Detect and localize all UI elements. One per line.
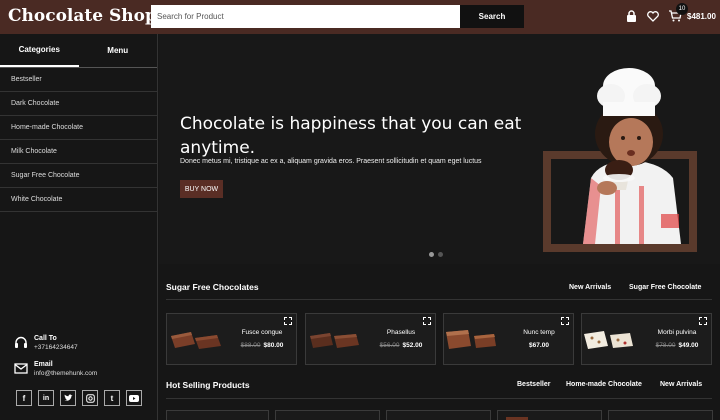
- mail-icon: [12, 360, 29, 377]
- expand-icon[interactable]: [561, 317, 569, 325]
- old-price: $78.00: [655, 342, 676, 349]
- product-name[interactable]: Nunc temp: [506, 329, 572, 336]
- current-price: $49.00: [678, 342, 699, 349]
- hero-title: Chocolate is happiness that you can eat …: [180, 114, 522, 158]
- hero-banner: Chocolate is happiness that you can eat …: [159, 34, 720, 264]
- current-price: $67.00: [529, 342, 549, 349]
- product-image: [446, 330, 496, 349]
- social-links: f in t: [16, 390, 142, 406]
- section-divider: [166, 299, 712, 300]
- product-name[interactable]: Morbi pulvina: [644, 329, 710, 336]
- category-home-made-chocolate[interactable]: Home-made Chocolate: [0, 116, 157, 140]
- product-card[interactable]: [608, 410, 713, 420]
- tab-sugar-free-chocolate[interactable]: Sugar Free Chocolate: [629, 284, 701, 291]
- category-bestseller[interactable]: Bestseller: [0, 68, 157, 92]
- product-price: $67.00: [506, 342, 572, 349]
- instagram-icon[interactable]: [82, 390, 98, 406]
- product-card[interactable]: Phasellus $56.00 $52.00: [305, 313, 436, 365]
- email-address[interactable]: info@themehunk.com: [34, 369, 97, 378]
- search-bar: Search: [151, 5, 524, 28]
- product-card[interactable]: [386, 410, 491, 420]
- product-name[interactable]: Phasellus: [368, 329, 434, 336]
- slider-dot[interactable]: [438, 252, 443, 257]
- call-number[interactable]: +37164234647: [34, 343, 78, 352]
- site-logo[interactable]: Chocolate Shop: [8, 6, 157, 26]
- product-card[interactable]: Nunc temp $67.00: [443, 313, 574, 365]
- tab-categories[interactable]: Categories: [0, 34, 79, 67]
- old-price: $56.00: [379, 342, 400, 349]
- section-title-sugar-free: Sugar Free Chocolates: [166, 282, 259, 292]
- category-sugar-free-chocolate[interactable]: Sugar Free Chocolate: [0, 164, 157, 188]
- expand-icon[interactable]: [699, 317, 707, 325]
- facebook-icon[interactable]: f: [16, 390, 32, 406]
- product-card[interactable]: [275, 410, 380, 420]
- product-name[interactable]: Fusce congue: [229, 329, 295, 336]
- product-image: [584, 331, 633, 349]
- sidebar-tabs: Categories Menu: [0, 34, 157, 68]
- heart-icon[interactable]: [646, 9, 660, 23]
- linkedin-icon[interactable]: in: [38, 390, 54, 406]
- contact-call: Call To +37164234647: [12, 334, 152, 352]
- current-price: $52.00: [402, 342, 423, 349]
- expand-icon[interactable]: [284, 317, 292, 325]
- product-price: $78.00 $49.00: [644, 342, 710, 349]
- category-white-chocolate[interactable]: White Chocolate: [0, 188, 157, 212]
- tab-menu[interactable]: Menu: [79, 34, 158, 67]
- twitter-icon[interactable]: [60, 390, 76, 406]
- tab-home-made-chocolate[interactable]: Home-made Chocolate: [566, 381, 642, 388]
- product-card[interactable]: Morbi pulvina $78.00 $49.00: [581, 313, 712, 365]
- email-title: Email: [34, 361, 53, 368]
- product-price: $88.00 $80.00: [229, 342, 295, 349]
- product-image: [310, 333, 359, 348]
- sidebar: Categories Menu Bestseller Dark Chocolat…: [0, 34, 158, 420]
- product-card[interactable]: [166, 410, 269, 420]
- current-price: $80.00: [263, 342, 284, 349]
- product-card[interactable]: Fusce congue $88.00 $80.00: [166, 313, 297, 365]
- old-price: $88.00: [240, 342, 261, 349]
- search-input[interactable]: [151, 5, 460, 28]
- cart-total[interactable]: $481.00: [687, 12, 716, 21]
- hero-chef-image: [583, 68, 681, 244]
- slider-dots: [429, 252, 443, 257]
- tab-bestseller[interactable]: Bestseller: [517, 381, 550, 388]
- site-header: Chocolate Shop Search 10 $481.00: [0, 0, 720, 34]
- lock-icon[interactable]: [624, 9, 638, 23]
- youtube-icon[interactable]: [126, 390, 142, 406]
- headset-icon: [12, 334, 29, 351]
- product-image: [171, 332, 221, 349]
- section-title-hot-selling: Hot Selling Products: [166, 380, 250, 390]
- product-card[interactable]: [497, 410, 602, 420]
- slider-dot[interactable]: [429, 252, 434, 257]
- expand-icon[interactable]: [423, 317, 431, 325]
- search-button[interactable]: Search: [460, 5, 524, 28]
- hero-subtitle: Donec metus mi, tristique ac ex a, aliqu…: [180, 158, 482, 165]
- category-dark-chocolate[interactable]: Dark Chocolate: [0, 92, 157, 116]
- category-milk-chocolate[interactable]: Milk Chocolate: [0, 140, 157, 164]
- section-divider: [166, 398, 712, 399]
- call-title: Call To: [34, 335, 57, 342]
- tab-new-arrivals[interactable]: New Arrivals: [569, 284, 611, 291]
- contact-email: Email info@themehunk.com: [12, 360, 152, 378]
- buy-now-button[interactable]: BUY NOW: [180, 180, 223, 198]
- tumblr-icon[interactable]: t: [104, 390, 120, 406]
- tab-new-arrivals[interactable]: New Arrivals: [660, 381, 702, 388]
- product-price: $56.00 $52.00: [368, 342, 434, 349]
